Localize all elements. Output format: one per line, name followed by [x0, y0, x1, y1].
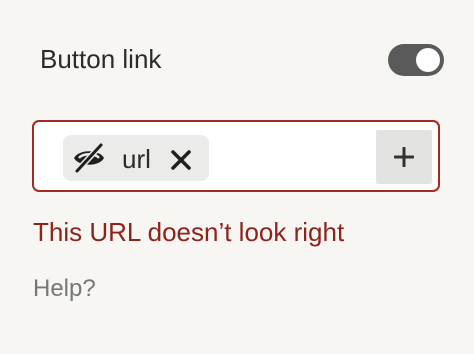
- help-link[interactable]: Help?: [33, 275, 96, 303]
- url-chip-label: url: [122, 144, 151, 174]
- add-url-button[interactable]: [376, 130, 432, 184]
- close-icon[interactable]: [168, 147, 194, 173]
- url-input-field[interactable]: url: [32, 120, 440, 192]
- button-link-toggle[interactable]: [388, 44, 444, 76]
- plus-icon: [394, 147, 414, 167]
- eye-off-icon: [71, 140, 107, 176]
- button-link-row: Button link: [40, 36, 446, 86]
- button-link-label: Button link: [40, 44, 162, 74]
- url-error-message: This URL doesn’t look right: [33, 217, 345, 247]
- link-settings-panel: Button link url This URL doesn’t look ri…: [0, 0, 474, 354]
- url-chip[interactable]: url: [63, 135, 209, 181]
- toggle-knob: [416, 48, 440, 72]
